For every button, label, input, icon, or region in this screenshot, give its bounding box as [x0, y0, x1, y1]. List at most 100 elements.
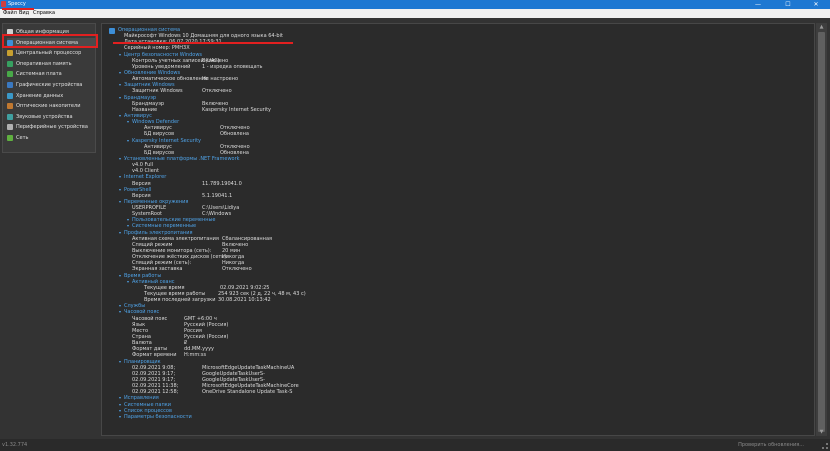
sidebar-item-label: Оперативная память	[16, 60, 72, 67]
sidebar-item-cpu[interactable]: Центральный процессор	[7, 48, 95, 58]
section-header[interactable]: Часовой пояс	[124, 309, 159, 315]
status-bar: v1.32.774 Проверить обновления...	[0, 439, 830, 451]
property-label: 02.09.2021 9:17;	[132, 376, 176, 383]
scroll-down-arrow-icon[interactable]: ▼	[818, 429, 825, 435]
expand-arrow-icon[interactable]: ▾	[127, 138, 129, 144]
sidebar-item-motherboard[interactable]: Системная плата	[7, 69, 95, 79]
section-header[interactable]: Профиль электропитания	[124, 230, 192, 236]
property-label: Место	[132, 327, 149, 334]
expand-arrow-icon[interactable]: ▾	[119, 395, 121, 401]
sidebar-item-gpu[interactable]: Графические устройства	[7, 80, 95, 90]
expand-arrow-icon[interactable]: ▾	[119, 303, 121, 309]
section-header[interactable]: Время работы	[124, 273, 161, 279]
section-header[interactable]: Kaspersky Internet Security	[132, 138, 201, 144]
sidebar-item-optical[interactable]: Оптические накопители	[7, 101, 95, 111]
property-label: 02.09.2021 11:38;	[132, 383, 179, 390]
section-header[interactable]: Переменные окружения	[124, 199, 188, 205]
section-header[interactable]: Установленные платформы .NET Framework	[124, 156, 240, 162]
property-value: 1 - изредка оповещать	[202, 63, 263, 70]
expand-arrow-icon[interactable]: ▾	[119, 408, 121, 414]
section-header[interactable]: PowerShell	[124, 187, 151, 193]
property-value: Россия	[184, 327, 202, 334]
sidebar-item-ram[interactable]: Оперативная память	[7, 59, 95, 69]
menu-file[interactable]: Файл	[3, 10, 17, 16]
storage-icon	[7, 92, 13, 99]
expand-arrow-icon[interactable]: ▾	[127, 279, 129, 285]
windows-icon	[109, 28, 115, 34]
property-value: Русский (Россия)	[184, 321, 229, 328]
section-header[interactable]: Антивирус	[124, 113, 152, 119]
window-title: Speccy	[8, 1, 26, 7]
property-value: Включено	[222, 241, 249, 248]
resize-grip-icon[interactable]	[822, 443, 828, 449]
minimize-button[interactable]: —	[748, 0, 768, 9]
property-value: GoogleUpdateTaskUserS-	[202, 370, 265, 377]
property-label: Антивирус	[144, 143, 172, 150]
section-header[interactable]: Активный сеанс	[132, 279, 175, 285]
section-header[interactable]: Обновление Windows	[124, 70, 180, 76]
sidebar-item-label: Центральный процессор	[16, 50, 82, 57]
close-button[interactable]: ✕	[806, 0, 826, 9]
expand-arrow-icon[interactable]: ▾	[119, 273, 121, 279]
peripheral-icon	[7, 124, 13, 131]
section-header[interactable]: Защитник Windows	[124, 82, 175, 88]
scroll-up-arrow-icon[interactable]: ▲	[818, 24, 825, 30]
expand-arrow-icon[interactable]: ▾	[119, 414, 121, 420]
expand-arrow-icon[interactable]: ▾	[119, 199, 121, 205]
expand-arrow-icon[interactable]: ▾	[119, 187, 121, 193]
section-header[interactable]: Системные переменные	[132, 223, 196, 229]
sidebar-item-label: Системная плата	[16, 71, 62, 78]
gpu-icon	[7, 82, 13, 88]
expand-arrow-icon[interactable]: ▾	[119, 95, 121, 101]
section-header[interactable]: Windows Defender	[132, 119, 179, 125]
section-header[interactable]: Список процессов	[124, 408, 172, 414]
vertical-scrollbar[interactable]: ▲ ▼	[816, 23, 827, 436]
expand-arrow-icon[interactable]: ▾	[119, 52, 121, 58]
property-label: Защитник Windows	[132, 88, 183, 95]
sidebar-item-peripheral[interactable]: Периферийные устройства	[7, 122, 95, 132]
menu-bar: Файл Вид Справка	[0, 9, 830, 18]
expand-arrow-icon[interactable]: ▾	[119, 70, 121, 76]
property-label: БД вирусов	[144, 131, 175, 138]
section-header[interactable]: Internet Explorer	[124, 174, 166, 180]
property-value: MicrosoftEdgeUpdateTaskMachineUA	[202, 364, 295, 371]
expand-arrow-icon[interactable]: ▾	[127, 217, 129, 223]
section-header[interactable]: Системные папки	[124, 402, 171, 408]
expand-arrow-icon[interactable]: ▾	[119, 174, 121, 180]
expand-arrow-icon[interactable]: ▾	[119, 82, 121, 88]
expand-arrow-icon[interactable]: ▾	[119, 359, 121, 365]
property-label: v4.0 Full	[132, 162, 154, 169]
section-header[interactable]: Брандмауэр	[124, 95, 156, 101]
check-updates-link[interactable]: Проверить обновления...	[738, 442, 804, 448]
section-header[interactable]: Параметры безопасности	[124, 414, 192, 420]
scroll-thumb[interactable]	[818, 32, 825, 432]
sidebar-item-network[interactable]: Сеть	[7, 133, 95, 143]
section-header[interactable]: Пользовательские переменные	[132, 217, 216, 223]
section-header[interactable]: Планировщик	[124, 359, 161, 365]
maximize-button[interactable]: ☐	[778, 0, 798, 9]
section-header[interactable]: Центр безопасности Windows	[124, 52, 202, 58]
cpu-icon	[7, 50, 13, 57]
annotation-underline-title	[2, 8, 34, 10]
expand-arrow-icon[interactable]: ▾	[119, 156, 121, 162]
expand-arrow-icon[interactable]: ▾	[119, 309, 121, 315]
property-value: Отключено	[220, 143, 250, 150]
ram-icon	[7, 60, 13, 67]
expand-arrow-icon[interactable]: ▾	[127, 119, 129, 125]
title-bar: Speccy — ☐ ✕	[0, 0, 830, 9]
property-label: Спящий режим (сеть):	[132, 260, 192, 267]
property-label: Версия	[132, 180, 151, 187]
menu-view[interactable]: Вид	[19, 10, 29, 16]
expand-arrow-icon[interactable]: ▾	[119, 230, 121, 236]
sidebar-item-storage[interactable]: Хранение данных	[7, 91, 95, 101]
expand-arrow-icon[interactable]: ▾	[127, 223, 129, 229]
menu-help[interactable]: Справка	[33, 10, 55, 16]
property-label: Спящий режим	[132, 241, 173, 248]
sidebar-item-audio[interactable]: Звуковые устройства	[7, 112, 95, 122]
property-value: H:mm:ss	[184, 352, 207, 359]
expand-arrow-icon[interactable]: ▾	[119, 402, 121, 408]
property-label: Экранная заставка	[132, 266, 183, 273]
expand-arrow-icon[interactable]: ▾	[119, 113, 121, 119]
section-header[interactable]: Исправления	[124, 395, 159, 401]
property-label: Текущее время	[144, 284, 185, 291]
